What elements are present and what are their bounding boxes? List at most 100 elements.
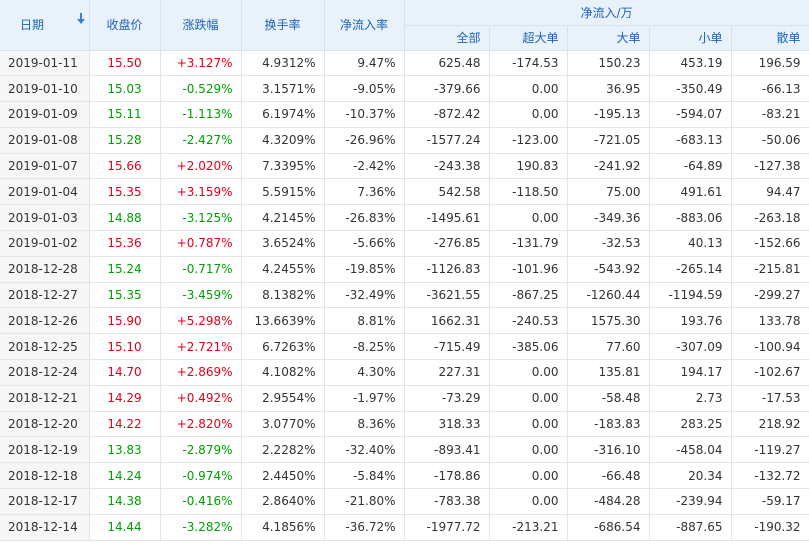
table-row[interactable]: 2019-01-11 15.50 +3.127% 4.9312% 9.47% 625.48… xyxy=(0,50,809,77)
table-row[interactable]: 2018-12-24 14.70 +2.869% 4.1082% 4.30% 227.31… xyxy=(0,359,809,386)
column-header-large[interactable]: 大单 xyxy=(567,25,650,51)
cell-date: 2019-01-11 xyxy=(0,50,90,77)
cell-change: +2.820% xyxy=(160,411,242,438)
cell-date: 2018-12-17 xyxy=(0,488,90,515)
table-row[interactable]: 2018-12-19 13.83 -2.879% 2.2282% -32.40% -893… xyxy=(0,436,809,464)
table-row[interactable]: 2019-01-04 15.35 +3.159% 5.5915% 7.36% 542.58… xyxy=(0,178,809,206)
column-header-retail[interactable]: 散单 xyxy=(731,25,809,51)
cell-net-retail: -299.27 xyxy=(731,282,809,309)
cell-net-retail: -127.38 xyxy=(731,153,809,180)
cell-net-small: 491.61 xyxy=(649,178,732,206)
table-row[interactable]: 2019-01-07 15.66 +2.020% 7.3395% -2.42% -243.… xyxy=(0,153,809,180)
sort-down-icon[interactable] xyxy=(76,13,85,24)
cell-net-all: -178.86 xyxy=(404,462,490,490)
cell-net-retail: -119.27 xyxy=(731,436,809,464)
cell-net-all: -783.38 xyxy=(404,488,490,515)
cell-net-small: -64.89 xyxy=(649,153,732,180)
cell-change: +5.298% xyxy=(160,307,242,335)
cell-net-small: -883.06 xyxy=(649,204,732,232)
cell-net-rate: -36.72% xyxy=(324,514,405,541)
cell-net-large: 135.81 xyxy=(567,359,650,386)
table-row[interactable]: 2019-01-03 14.88 -3.125% 4.2145% -26.83% -149… xyxy=(0,204,809,232)
table-row[interactable]: 2018-12-18 14.24 -0.974% 2.4450% -5.84% -178.… xyxy=(0,462,809,490)
cell-date: 2018-12-25 xyxy=(0,333,90,361)
cell-net-rate: -9.05% xyxy=(324,75,405,103)
column-header-extra-large[interactable]: 超大单 xyxy=(489,25,568,51)
cell-net-all: -3621.55 xyxy=(404,282,490,309)
table-row[interactable]: 2019-01-02 15.36 +0.787% 3.6524% -5.66% -276.… xyxy=(0,230,809,257)
cell-turnover: 3.6524% xyxy=(241,230,325,257)
cell-net-small: -307.09 xyxy=(649,333,732,361)
cell-date: 2019-01-08 xyxy=(0,127,90,154)
cell-close: 15.28 xyxy=(89,127,161,154)
cell-net-small: -239.94 xyxy=(649,488,732,515)
cell-close: 15.50 xyxy=(89,50,161,77)
cell-net-rate: -32.49% xyxy=(324,282,405,309)
table-row[interactable]: 2019-01-09 15.11 -1.113% 6.1974% -10.37% -872… xyxy=(0,101,809,128)
cell-close: 15.36 xyxy=(89,230,161,257)
cell-change: -3.282% xyxy=(160,514,242,541)
cell-net-small: -683.13 xyxy=(649,127,732,154)
fund-flow-table: 日期 收盘价 涨跌幅 换手率 净流入率 净流入/万 全部 超大单 大单 小单 散… xyxy=(0,0,809,541)
cell-close: 15.11 xyxy=(89,101,161,128)
table-row[interactable]: 2018-12-27 15.35 -3.459% 8.1382% -32.49% -362… xyxy=(0,282,809,309)
cell-net-extra-large: -174.53 xyxy=(489,50,568,77)
column-header-turnover[interactable]: 换手率 xyxy=(241,0,325,51)
cell-net-retail: -17.53 xyxy=(731,385,809,412)
cell-net-all: -243.38 xyxy=(404,153,490,180)
table-row[interactable]: 2018-12-26 15.90 +5.298% 13.6639% 8.81% 1662.… xyxy=(0,307,809,335)
cell-change: +0.787% xyxy=(160,230,242,257)
cell-close: 14.88 xyxy=(89,204,161,232)
table-row[interactable]: 2019-01-08 15.28 -2.427% 4.3209% -26.96% -157… xyxy=(0,127,809,154)
cell-net-all: -1495.61 xyxy=(404,204,490,232)
cell-net-small: -594.07 xyxy=(649,101,732,128)
cell-net-retail: -132.72 xyxy=(731,462,809,490)
cell-net-all: 542.58 xyxy=(404,178,490,206)
cell-close: 14.70 xyxy=(89,359,161,386)
cell-net-all: 625.48 xyxy=(404,50,490,77)
table-row[interactable]: 2019-01-10 15.03 -0.529% 3.1571% -9.05% -379.… xyxy=(0,75,809,103)
cell-turnover: 2.8640% xyxy=(241,488,325,515)
cell-change: -0.717% xyxy=(160,256,242,283)
cell-net-extra-large: 0.00 xyxy=(489,436,568,464)
cell-date: 2018-12-28 xyxy=(0,256,90,283)
column-header-change[interactable]: 涨跌幅 xyxy=(160,0,242,51)
cell-change: -0.974% xyxy=(160,462,242,490)
cell-net-extra-large: 0.00 xyxy=(489,411,568,438)
column-header-all[interactable]: 全部 xyxy=(404,25,490,51)
cell-net-large: -543.92 xyxy=(567,256,650,283)
table-row[interactable]: 2018-12-28 15.24 -0.717% 4.2455% -19.85% -112… xyxy=(0,256,809,283)
cell-net-extra-large: -123.00 xyxy=(489,127,568,154)
cell-net-rate: -26.83% xyxy=(324,204,405,232)
cell-turnover: 7.3395% xyxy=(241,153,325,180)
cell-change: +2.869% xyxy=(160,359,242,386)
cell-net-large: -1260.44 xyxy=(567,282,650,309)
cell-net-small: 40.13 xyxy=(649,230,732,257)
column-header-close[interactable]: 收盘价 xyxy=(89,0,161,51)
cell-net-small: -458.04 xyxy=(649,436,732,464)
cell-net-small: 193.76 xyxy=(649,307,732,335)
cell-net-small: -1194.59 xyxy=(649,282,732,309)
cell-net-rate: 7.36% xyxy=(324,178,405,206)
cell-date: 2018-12-20 xyxy=(0,411,90,438)
cell-net-retail: 94.47 xyxy=(731,178,809,206)
table-row[interactable]: 2018-12-25 15.10 +2.721% 6.7263% -8.25% -715.… xyxy=(0,333,809,361)
cell-net-rate: -2.42% xyxy=(324,153,405,180)
cell-net-retail: 218.92 xyxy=(731,411,809,438)
column-header-small[interactable]: 小单 xyxy=(649,25,732,51)
cell-net-small: -265.14 xyxy=(649,256,732,283)
table-row[interactable]: 2018-12-14 14.44 -3.282% 4.1856% -36.72% -197… xyxy=(0,514,809,541)
cell-close: 14.22 xyxy=(89,411,161,438)
cell-net-retail: 133.78 xyxy=(731,307,809,335)
table-header: 日期 收盘价 涨跌幅 换手率 净流入率 净流入/万 全部 超大单 大单 小单 散… xyxy=(0,0,809,51)
cell-net-rate: -26.96% xyxy=(324,127,405,154)
column-header-date[interactable]: 日期 xyxy=(0,0,90,51)
table-row[interactable]: 2018-12-21 14.29 +0.492% 2.9554% -1.97% -73.2… xyxy=(0,385,809,412)
table-row[interactable]: 2018-12-17 14.38 -0.416% 2.8640% -21.80% -783… xyxy=(0,488,809,515)
table-row[interactable]: 2018-12-20 14.22 +2.820% 3.0770% 8.36% 318.33… xyxy=(0,411,809,438)
cell-change: -3.125% xyxy=(160,204,242,232)
column-header-net-rate[interactable]: 净流入率 xyxy=(324,0,405,51)
cell-change: -2.879% xyxy=(160,436,242,464)
cell-close: 15.03 xyxy=(89,75,161,103)
cell-net-large: -686.54 xyxy=(567,514,650,541)
